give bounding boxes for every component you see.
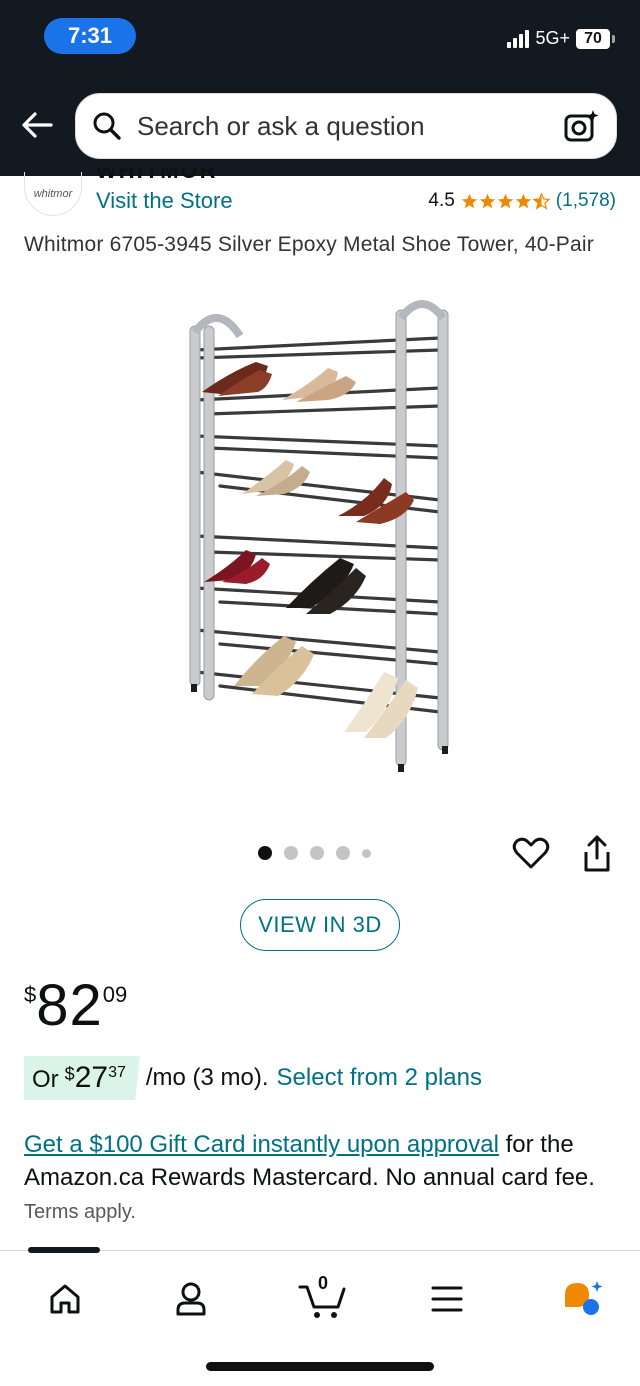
battery-icon: 70 [576,28,615,49]
status-indicators: 5G+ 70 [507,28,615,49]
status-time-text: 7:31 [67,23,113,48]
brand-name: WHITMOR [96,168,218,180]
brand-name-text: WHITMOR [96,168,218,180]
nav-cart[interactable]: 0 [288,1269,358,1329]
nav-account[interactable] [156,1269,226,1329]
review-count-link[interactable]: (1,578) [556,190,616,212]
carousel-dot[interactable] [362,848,371,858]
search-icon [93,112,121,140]
brand-logo[interactable]: whitmor [24,172,82,216]
star-full-icon [479,193,495,208]
carousel-dot[interactable] [284,846,298,860]
image-carousel-dots[interactable] [258,846,371,860]
monthly-currency: $ [64,1064,75,1084]
gift-card-link[interactable]: Get a $100 Gift Card instantly upon appr… [24,1131,499,1158]
cart-count: 0 [318,1273,329,1293]
network-label: 5G+ [535,28,570,48]
shoes [202,362,418,738]
ai-assistant-icon [565,1281,603,1315]
monthly-or: Or [32,1066,59,1093]
monthly-payment: Or $ 27 37 /mo (3 mo). Select from 2 pla… [24,1056,482,1100]
terms-link[interactable]: Terms apply. [24,1201,136,1223]
price-currency: $ [24,982,37,1007]
nav-active-indicator [28,1247,100,1253]
home-indicator [206,1362,434,1371]
status-time: 7:31 [44,18,136,54]
home-icon [50,1284,80,1314]
select-plans-link[interactable]: Select from 2 plans [277,1064,482,1092]
product-title: Whitmor 6705-3945 Silver Epoxy Metal Sho… [24,233,594,256]
view-in-3d-button[interactable]: VIEW IN 3D [240,899,400,951]
menu-icon [431,1286,463,1312]
user-icon [176,1282,206,1316]
nav-menu[interactable] [412,1269,482,1329]
price-whole: 82 [36,973,103,1038]
monthly-term: /mo (3 mo). [145,1064,269,1091]
product-image[interactable] [160,296,480,796]
top-header: 7:31 5G+ 70 Search or ask a question [0,0,640,176]
product-price: $ 82 09 [24,976,127,1036]
monthly-fraction: 37 [108,1064,126,1081]
star-half-icon [532,192,550,210]
share-icon[interactable] [578,834,616,874]
monthly-price-badge: Or $ 27 37 [24,1056,140,1100]
carousel-dot[interactable] [310,846,324,860]
visit-store-link[interactable]: Visit the Store [96,188,233,214]
camera-search-icon[interactable] [563,108,599,144]
rating-value: 4.5 [428,190,455,211]
star-full-icon [461,193,477,208]
star-rating [461,192,550,210]
view-in-3d-label: VIEW IN 3D [258,912,382,937]
search-bar[interactable]: Search or ask a question [72,90,620,162]
heart-icon[interactable] [512,836,550,870]
search-input[interactable]: Search or ask a question [137,111,563,142]
price-fraction: 09 [102,982,128,1007]
carousel-dot[interactable] [336,846,350,860]
back-arrow-icon[interactable] [20,108,54,142]
nav-home[interactable] [30,1269,100,1329]
star-full-icon [497,193,513,208]
monthly-whole: 27 [74,1061,109,1094]
gift-card-promo: Get a $100 Gift Card instantly upon appr… [24,1128,624,1229]
star-full-icon [515,193,531,208]
carousel-dot-active[interactable] [258,846,272,860]
signal-icon [507,29,530,48]
brand-logo-text: whitmor [33,187,73,200]
rating-summary[interactable]: 4.5 (1,578) [428,190,616,212]
nav-rufus[interactable] [548,1269,618,1329]
